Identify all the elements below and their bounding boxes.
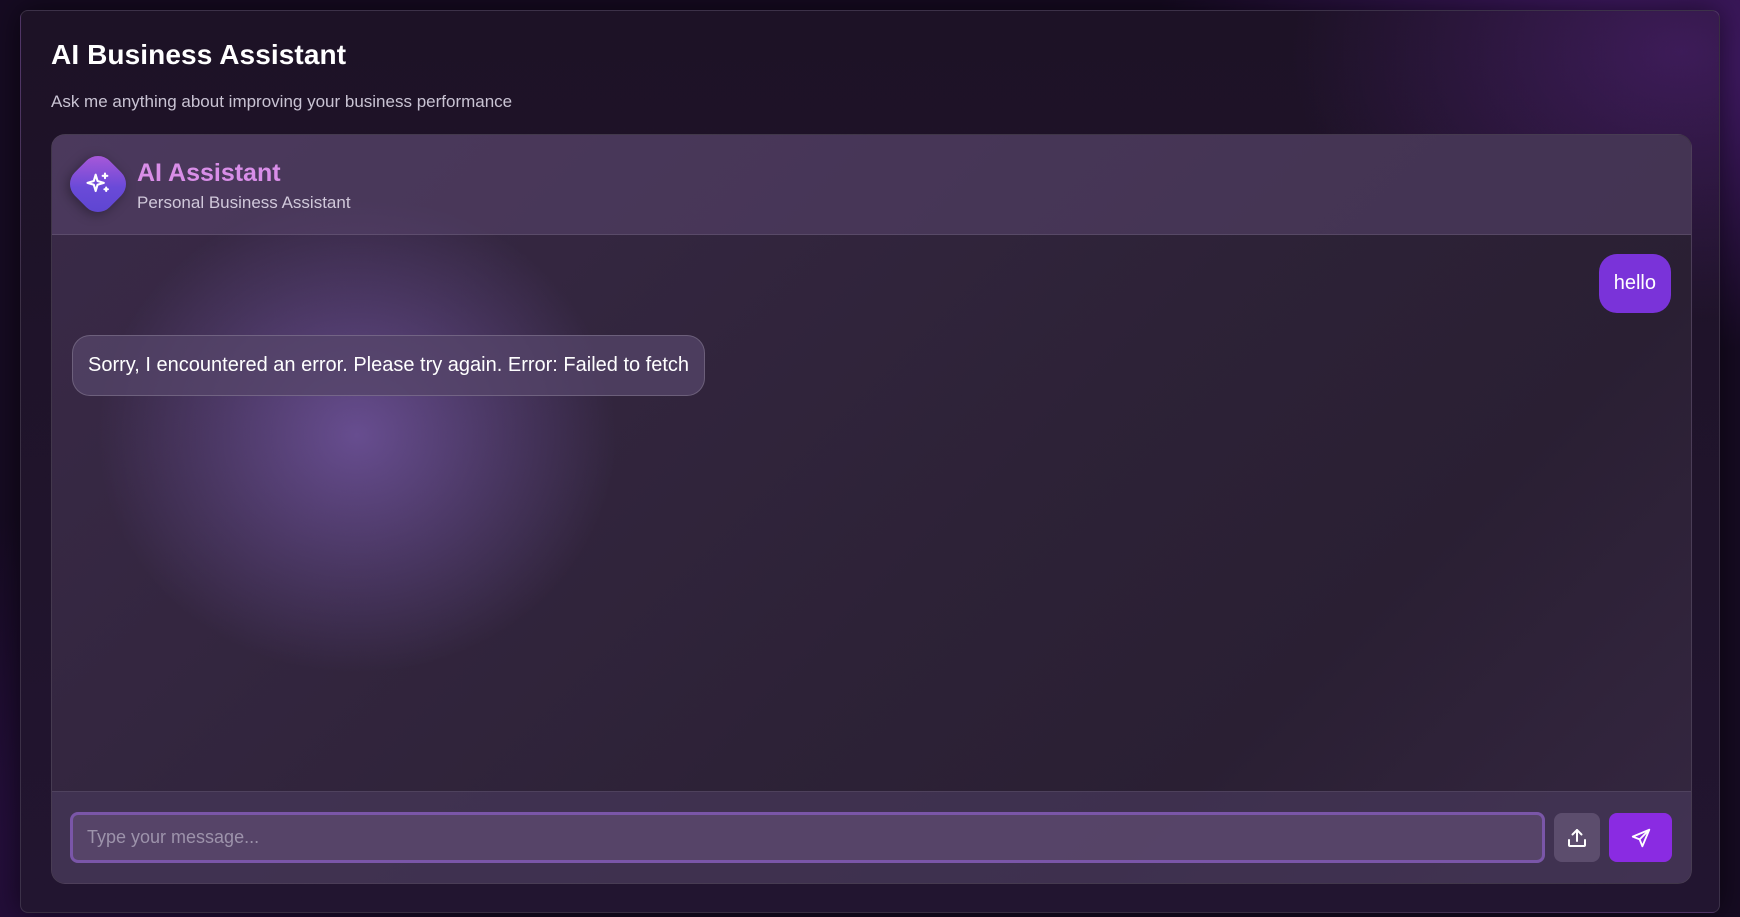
user-message-bubble: hello: [1598, 254, 1671, 313]
sparkles-icon: [86, 172, 109, 193]
upload-icon: [1568, 828, 1586, 847]
chat-panel: AI Assistant Personal Business Assistant…: [51, 134, 1692, 884]
message-list: hello Sorry, I encountered an error. Ple…: [52, 235, 1691, 791]
page-title: AI Business Assistant: [51, 39, 347, 70]
upload-button[interactable]: [1554, 813, 1600, 862]
send-icon: [1631, 828, 1650, 847]
composer-bar: [52, 791, 1691, 883]
send-button[interactable]: [1609, 813, 1672, 862]
chat-header: AI Assistant Personal Business Assistant: [52, 135, 1691, 235]
assistant-name: AI Assistant: [137, 159, 281, 187]
assistant-message-bubble: Sorry, I encountered an error. Please tr…: [72, 335, 706, 396]
message-input[interactable]: [70, 812, 1545, 863]
assistant-role: Personal Business Assistant: [137, 193, 351, 212]
app-container: AI Business Assistant Ask me anything ab…: [20, 10, 1720, 913]
page-subtitle: Ask me anything about improving your bus…: [51, 92, 513, 111]
